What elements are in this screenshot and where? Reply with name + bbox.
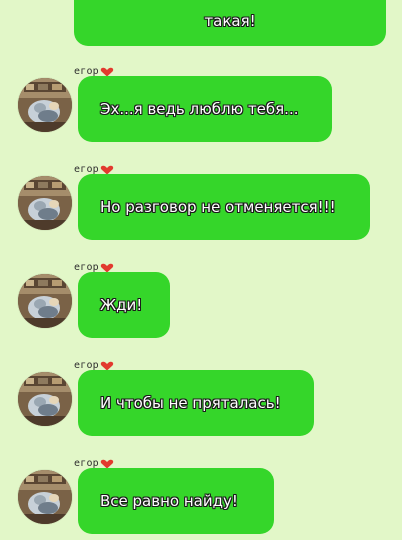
message-text: Но разговор не отменяется!!! bbox=[100, 198, 336, 216]
heart-icon bbox=[100, 165, 114, 174]
message-text: такая! bbox=[204, 12, 256, 30]
avatar-photo bbox=[18, 372, 72, 426]
avatar[interactable] bbox=[18, 176, 72, 230]
message-row: егор Жди! bbox=[0, 262, 402, 344]
avatar-photo bbox=[18, 470, 72, 524]
avatar-photo bbox=[18, 176, 72, 230]
message-bubble[interactable]: Жди! bbox=[78, 272, 170, 338]
message-row: егор Все равно найду! bbox=[0, 458, 402, 540]
message-row: егор И чтобы не пряталась! bbox=[0, 360, 402, 442]
message-row: егор Эх...я ведь люблю тебя... bbox=[0, 66, 402, 148]
heart-icon bbox=[100, 263, 114, 272]
message-text: Жди! bbox=[100, 296, 143, 314]
avatar-photo bbox=[18, 78, 72, 132]
message-row: егор Но разговор не отменяется!!! bbox=[0, 164, 402, 246]
message-text: И чтобы не пряталась! bbox=[100, 394, 281, 412]
message-bubble[interactable]: Но разговор не отменяется!!! bbox=[78, 174, 370, 240]
avatar[interactable] bbox=[18, 372, 72, 426]
message-bubble[interactable]: Эх...я ведь люблю тебя... bbox=[78, 76, 332, 142]
avatar[interactable] bbox=[18, 274, 72, 328]
message-text: Эх...я ведь люблю тебя... bbox=[100, 100, 299, 118]
heart-icon bbox=[100, 361, 114, 370]
heart-icon bbox=[100, 459, 114, 468]
message-text: Все равно найду! bbox=[100, 492, 238, 510]
message-bubble-top[interactable]: такая! bbox=[74, 0, 386, 46]
avatar[interactable] bbox=[18, 470, 72, 524]
message-bubble[interactable]: Все равно найду! bbox=[78, 468, 274, 534]
chat-thread: такая! егор Эх...я ведь люблю тебя... ег… bbox=[0, 0, 402, 540]
avatar-photo bbox=[18, 274, 72, 328]
avatar[interactable] bbox=[18, 78, 72, 132]
message-bubble[interactable]: И чтобы не пряталась! bbox=[78, 370, 314, 436]
heart-icon bbox=[100, 67, 114, 76]
